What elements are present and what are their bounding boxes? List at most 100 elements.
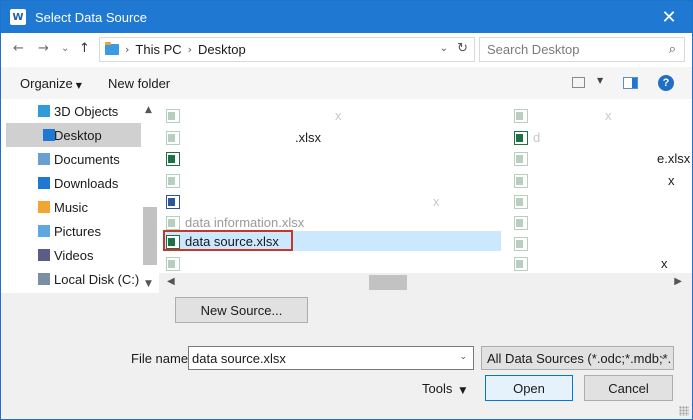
chevron-right-icon: › (187, 43, 193, 56)
file-item-data-source[interactable]: data source.xlsx (166, 232, 356, 251)
sidebar-item-pictures[interactable]: Pictures (1, 219, 141, 243)
sidebar-item-documents[interactable]: Documents (1, 147, 141, 171)
file-item[interactable]: x (514, 171, 684, 190)
sidebar-item-downloads[interactable]: Downloads (1, 171, 141, 195)
scroll-left-icon[interactable]: ◀ (167, 276, 175, 287)
music-icon (38, 201, 50, 213)
excel-file-icon (166, 151, 180, 166)
help-icon[interactable]: ? (658, 75, 674, 91)
caret-down-icon: ▼ (75, 81, 82, 90)
file-type-select[interactable]: All Data Sources (*.odc;*.mdb;*. ⌄ (481, 346, 674, 370)
up-arrow-icon[interactable]: ↑ (79, 41, 90, 56)
sidebar-item-label: Local Disk (C:) (54, 271, 140, 287)
organize-label: Organize (20, 76, 73, 91)
sidebar-item-label: Documents (54, 151, 120, 167)
search-input[interactable]: Search Desktop ⌕ (479, 37, 685, 62)
address-bar[interactable]: › This PC › Desktop ⌄ ↻ (99, 37, 475, 62)
file-item[interactable]: e.xlsx (514, 149, 692, 168)
word-file-icon (166, 194, 180, 209)
excel-file-icon (514, 215, 528, 230)
excel-file-icon (514, 130, 528, 145)
file-item[interactable]: data information.xlsx (166, 213, 356, 232)
scroll-down-icon[interactable]: ▼ (145, 279, 152, 289)
resize-grip-icon[interactable] (679, 406, 689, 416)
sidebar-item-label: 3D Objects (54, 103, 119, 119)
chevron-down-icon[interactable]: ⌄ (440, 43, 448, 54)
cancel-button[interactable]: Cancel (584, 375, 673, 401)
file-name: e.xlsx (657, 151, 691, 166)
file-item[interactable] (514, 234, 684, 253)
chevron-down-icon[interactable]: ⌄ (659, 352, 667, 362)
excel-file-icon (166, 256, 180, 271)
search-placeholder: Search Desktop (487, 42, 580, 57)
select-data-source-dialog: W Select Data Source ✕ ← → ⌄ ↑ › This PC… (0, 0, 693, 420)
sidebar-item-videos[interactable]: Videos (1, 243, 141, 267)
file-name: d (533, 130, 541, 145)
recent-locations-icon[interactable]: ⌄ (61, 43, 69, 54)
search-icon: ⌕ (668, 42, 676, 57)
excel-file-icon (514, 151, 528, 166)
desktop-folder-icon (43, 129, 55, 141)
sidebar-item-3d-objects[interactable]: 3D Objects (1, 99, 141, 123)
forward-arrow-icon[interactable]: → (38, 41, 49, 56)
sidebar-item-local-disk[interactable]: Local Disk (C:) (1, 267, 141, 291)
excel-file-icon (514, 173, 528, 188)
breadcrumb-desktop[interactable]: Desktop (198, 42, 246, 57)
new-source-button[interactable]: New Source... (175, 297, 308, 323)
excel-file-icon (166, 173, 180, 188)
caret-down-icon[interactable]: ▼ (597, 76, 603, 85)
file-item[interactable] (514, 192, 684, 211)
breadcrumb-this-pc[interactable]: This PC (135, 42, 181, 57)
sidebar-item-label: Videos (54, 247, 94, 263)
scroll-up-icon[interactable]: ▲ (145, 105, 152, 115)
refresh-icon[interactable]: ↻ (457, 41, 468, 56)
navigation-pane: 3D Objects Desktop Documents Downloads M… (1, 99, 159, 293)
file-item[interactable]: x (166, 192, 456, 211)
dialog-title: Select Data Source (35, 9, 148, 25)
file-name-input[interactable]: data source.xlsx ⌄ (188, 346, 474, 370)
file-item[interactable] (514, 213, 684, 232)
file-item[interactable] (166, 254, 356, 273)
horizontal-scrollbar[interactable]: ◀ ▶ (159, 273, 692, 293)
excel-file-icon (514, 108, 528, 123)
file-name: .xlsx (295, 130, 321, 145)
sidebar-item-label: Downloads (54, 175, 119, 191)
file-item[interactable]: x (514, 254, 684, 273)
documents-icon (38, 153, 50, 165)
sidebar-item-desktop[interactable]: Desktop (6, 123, 141, 147)
sidebar-item-label: Pictures (54, 223, 101, 239)
file-item[interactable]: x (166, 106, 356, 125)
open-button[interactable]: Open (485, 375, 573, 401)
file-item[interactable]: d (514, 128, 684, 147)
preview-pane-icon[interactable] (623, 77, 638, 89)
close-button[interactable]: ✕ (646, 1, 692, 33)
local-disk-icon (38, 273, 50, 285)
new-folder-button[interactable]: New folder (108, 76, 170, 91)
word-app-icon: W (10, 9, 26, 25)
back-arrow-icon[interactable]: ← (13, 41, 24, 56)
excel-file-icon (166, 108, 180, 123)
scroll-right-icon[interactable]: ▶ (674, 276, 682, 287)
sidebar-item-music[interactable]: Music (1, 195, 141, 219)
file-item[interactable] (166, 149, 356, 168)
sidebar-scrollbar-thumb[interactable] (143, 207, 157, 265)
sidebar-item-label: Desktop (54, 127, 102, 143)
file-name: x (433, 194, 440, 209)
file-name: x (661, 256, 668, 271)
excel-file-icon (514, 256, 528, 271)
pictures-icon (38, 225, 50, 237)
excel-file-icon (166, 234, 180, 249)
sidebar-item-label: Music (54, 199, 88, 215)
file-item[interactable] (166, 171, 356, 190)
tools-menu-button[interactable]: Tools ▼ (422, 381, 466, 396)
file-item[interactable]: .xlsx (166, 128, 356, 147)
view-options-icon[interactable] (572, 77, 585, 88)
file-list: x .xlsx x data information.xlsx data sou… (159, 99, 692, 293)
downloads-icon (38, 177, 50, 189)
organize-button[interactable]: Organize ▼ (20, 76, 82, 91)
file-item[interactable]: x (514, 106, 684, 125)
file-name: x (335, 108, 342, 123)
horizontal-scrollbar-thumb[interactable] (369, 275, 407, 290)
file-type-value: All Data Sources (*.odc;*.mdb;*. (487, 350, 672, 366)
chevron-down-icon[interactable]: ⌄ (459, 352, 467, 362)
